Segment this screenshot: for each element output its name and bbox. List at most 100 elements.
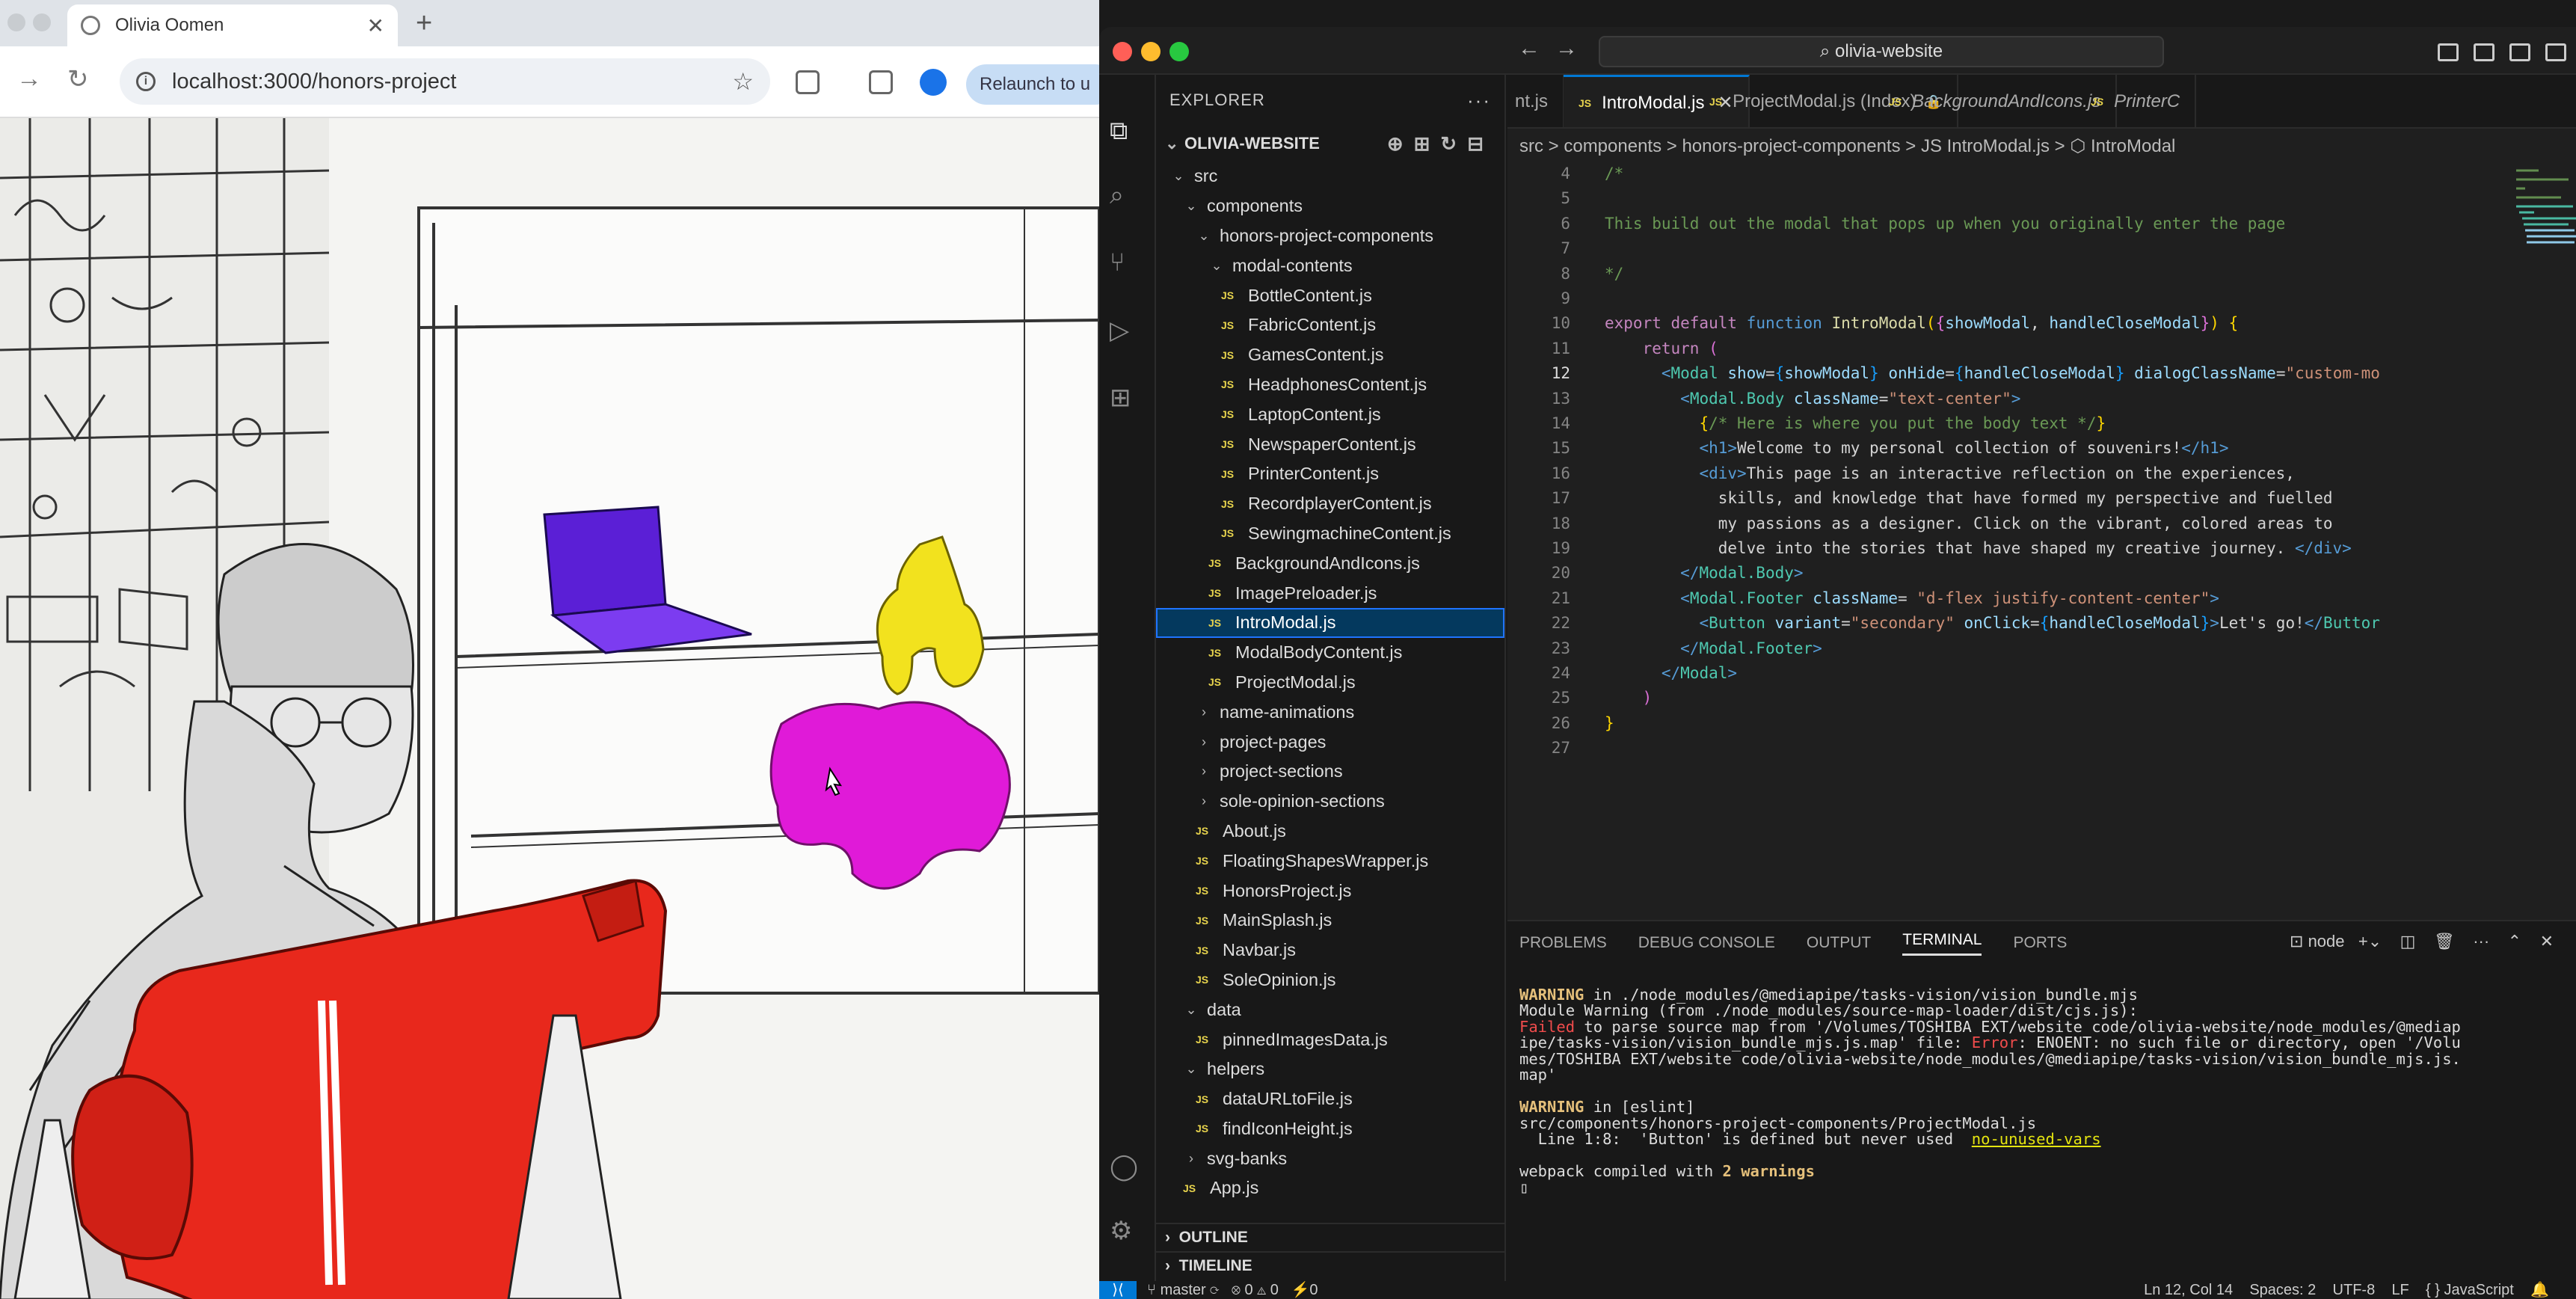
timeline-section[interactable]: › TIMELINE	[1156, 1251, 1504, 1280]
account-icon[interactable]: ◯	[1110, 1152, 1140, 1182]
file-item[interactable]: JS LaptopContent.js	[1156, 399, 1504, 429]
remote-indicator-icon[interactable]: ⟩⟨	[1099, 1281, 1137, 1299]
browser-tab[interactable]: Olivia Oomen ✕	[67, 4, 398, 46]
tree-item-label: name-animations	[1220, 701, 1355, 722]
bookmark-star-icon[interactable]: ☆	[732, 67, 754, 96]
more-actions-icon[interactable]: ···	[2473, 932, 2489, 951]
run-debug-icon[interactable]: ▷	[1110, 316, 1140, 346]
encoding[interactable]: UTF-8	[2333, 1282, 2376, 1298]
file-item[interactable]: JS FabricContent.js	[1156, 310, 1504, 340]
close-window-button[interactable]	[1113, 42, 1132, 61]
cursor-position[interactable]: Ln 12, Col 14	[2144, 1282, 2233, 1298]
file-item[interactable]: JS HeadphonesContent.js	[1156, 370, 1504, 400]
file-item[interactable]: JS SoleOpinion.js	[1156, 965, 1504, 995]
settings-gear-icon[interactable]: ⚙	[1110, 1216, 1140, 1246]
file-item[interactable]: JS RecordplayerContent.js	[1156, 489, 1504, 519]
file-item[interactable]: JS ImagePreloader.js	[1156, 578, 1504, 608]
customize-layout-icon[interactable]	[2545, 43, 2566, 61]
file-item[interactable]: JS FloatingShapesWrapper.js	[1156, 846, 1504, 876]
branch-name[interactable]: master	[1161, 1282, 1206, 1298]
folder-item[interactable]: ⌄ honors-project-components	[1156, 221, 1504, 251]
editor-tab[interactable]: JS PrinterC	[2076, 75, 2197, 127]
project-root[interactable]: ⌄ OLIVIA-WEBSITE ⊕⊞↻⊟	[1156, 126, 1504, 162]
folder-item[interactable]: ⌄ src	[1156, 162, 1504, 191]
ports-indicator[interactable]: ⚡0	[1291, 1282, 1318, 1298]
panel-tab-ports[interactable]: PORTS	[2013, 934, 2067, 952]
source-control-icon[interactable]: ⑂	[1110, 248, 1140, 278]
forward-icon[interactable]: →	[16, 64, 42, 93]
search-icon[interactable]: ⌕	[1110, 181, 1140, 211]
file-item[interactable]: JS findIconHeight.js	[1156, 1114, 1504, 1144]
breadcrumb[interactable]: src > components > honors-project-compon…	[1519, 130, 2175, 163]
file-item[interactable]: JS App.js	[1156, 1173, 1504, 1203]
indentation[interactable]: Spaces: 2	[2249, 1282, 2316, 1298]
code-editor[interactable]: 4 /* 5 6 This build out the modal that pops …	[1507, 165, 2517, 838]
maximize-panel-icon[interactable]: ⌃	[2508, 932, 2521, 951]
file-item[interactable]: JS ProjectModal.js	[1156, 668, 1504, 698]
folder-item[interactable]: › project-pages	[1156, 727, 1504, 757]
file-item[interactable]: JS GamesContent.js	[1156, 340, 1504, 370]
site-info-icon[interactable]: i	[136, 72, 156, 91]
terminal-output[interactable]: WARNING in ./node_modules/@mediapipe/tas…	[1519, 971, 2559, 1196]
panel-tab-output[interactable]: OUTPUT	[1807, 934, 1871, 952]
command-center[interactable]: ⌕ olivia-website	[1599, 36, 2164, 67]
minimap[interactable]	[2513, 165, 2576, 254]
new-terminal-icon[interactable]: +⌄	[2358, 932, 2382, 951]
profile-avatar[interactable]	[920, 69, 947, 96]
file-item[interactable]: JS HonorsProject.js	[1156, 876, 1504, 906]
split-terminal-icon[interactable]: ◫	[2400, 932, 2416, 951]
file-item[interactable]: JS BottleContent.js	[1156, 280, 1504, 310]
more-actions-icon[interactable]: ···	[1467, 89, 1491, 112]
sync-icon[interactable]: ⟳	[1210, 1282, 1219, 1298]
file-item[interactable]: JS PrinterContent.js	[1156, 459, 1504, 489]
file-item[interactable]: JS NewspaperContent.js	[1156, 429, 1504, 459]
side-panel-icon[interactable]	[869, 70, 893, 94]
close-tab-icon[interactable]: ✕	[367, 13, 384, 38]
file-item[interactable]: JS dataURLtoFile.js	[1156, 1084, 1504, 1114]
toggle-primary-sidebar-icon[interactable]	[2438, 43, 2459, 61]
folder-item[interactable]: › svg-banks	[1156, 1143, 1504, 1173]
extensions-icon[interactable]	[796, 70, 820, 94]
explorer-toolbar[interactable]: ⊕⊞↻⊟	[1387, 132, 1494, 156]
close-panel-icon[interactable]: ✕	[2540, 932, 2554, 951]
navigation-arrows[interactable]: ←→	[1518, 36, 1593, 61]
panel-tab-debug-console[interactable]: DEBUG CONSOLE	[1638, 934, 1775, 952]
reload-icon[interactable]: ↻	[67, 64, 89, 94]
minimize-window-button[interactable]	[1141, 42, 1161, 61]
editor-tab[interactable]: nt.js	[1507, 75, 1565, 127]
notifications-bell-icon[interactable]: 🔔	[2530, 1282, 2549, 1298]
line-ending[interactable]: LF	[2391, 1282, 2409, 1298]
file-item[interactable]: JS IntroModal.js	[1156, 607, 1504, 638]
outline-section[interactable]: › OUTLINE	[1156, 1223, 1504, 1251]
folder-item[interactable]: ⌄ components	[1156, 191, 1504, 221]
folder-item[interactable]: ⌄ modal-contents	[1156, 251, 1504, 280]
language-mode[interactable]: { } JavaScript	[2426, 1282, 2514, 1298]
maximize-window-button[interactable]	[1169, 42, 1189, 61]
folder-item[interactable]: › project-sections	[1156, 757, 1504, 787]
folder-item[interactable]: › sole-opinion-sections	[1156, 787, 1504, 817]
file-item[interactable]: JS BackgroundAndIcons.js	[1156, 548, 1504, 578]
file-item[interactable]: JS pinnedImagesData.js	[1156, 1025, 1504, 1054]
address-bar[interactable]: i localhost:3000/honors-project ☆	[120, 58, 770, 105]
toggle-secondary-sidebar-icon[interactable]	[2509, 43, 2530, 61]
folder-item[interactable]: ⌄ helpers	[1156, 1054, 1504, 1084]
problems-indicator[interactable]: ⊗ 0 ⚠ 0	[1232, 1282, 1279, 1298]
trash-icon[interactable]: 🗑	[2434, 932, 2455, 951]
file-item[interactable]: JS SewingmachineContent.js	[1156, 519, 1504, 549]
file-item[interactable]: JS About.js	[1156, 817, 1504, 847]
extensions-icon[interactable]: ⊞	[1110, 383, 1140, 413]
toggle-panel-icon[interactable]	[2474, 43, 2494, 61]
panel-tab-terminal[interactable]: TERMINAL	[1902, 931, 1982, 956]
terminal-process-label[interactable]: node	[2308, 932, 2345, 951]
close-window-button[interactable]	[7, 13, 25, 31]
folder-item[interactable]: › name-animations	[1156, 697, 1504, 727]
file-item[interactable]: JS Navbar.js	[1156, 936, 1504, 965]
folder-item[interactable]: ⌄ data	[1156, 995, 1504, 1025]
file-item[interactable]: JS ModalBodyContent.js	[1156, 638, 1504, 668]
new-tab-button[interactable]: +	[416, 7, 432, 40]
panel-tab-problems[interactable]: PROBLEMS	[1519, 934, 1607, 952]
relaunch-button[interactable]: Relaunch to u	[966, 64, 1099, 105]
file-item[interactable]: JS MainSplash.js	[1156, 906, 1504, 936]
minimize-window-button[interactable]	[33, 13, 51, 31]
explorer-icon[interactable]: ⧉	[1110, 117, 1140, 147]
